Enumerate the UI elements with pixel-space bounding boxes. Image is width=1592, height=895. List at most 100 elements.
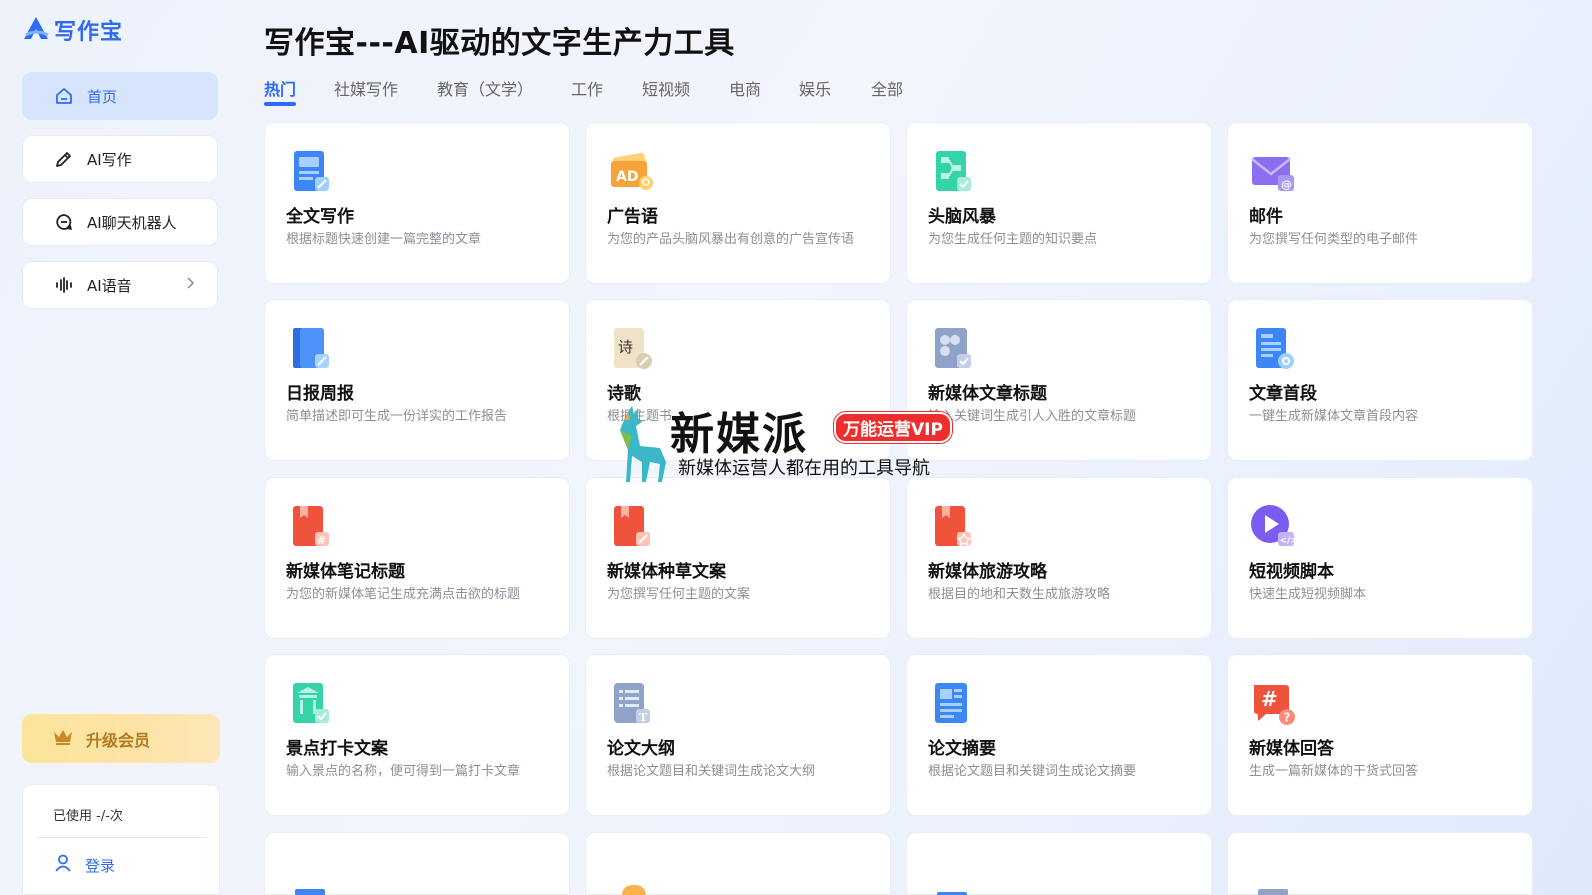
card-description: 为您生成任何主题的知识要点 (928, 232, 1098, 247)
tool-card-poem[interactable]: 诗 诗歌 根据主题书 (585, 299, 891, 461)
tab-ecommerce[interactable]: 电商 (729, 76, 761, 100)
pen-icon (53, 148, 75, 170)
tab-work[interactable]: 工作 (571, 76, 603, 100)
tool-card-partial[interactable] (906, 832, 1212, 895)
logo-icon (22, 15, 50, 45)
brand-name: 写作宝 (54, 20, 124, 45)
chat-bot-icon (53, 211, 75, 233)
user-icon (53, 853, 73, 877)
card-title: 短视频脚本 (1249, 562, 1334, 582)
sidebar-item-ai-voice[interactable]: AI语音 (22, 261, 218, 309)
card-description: 为您撰写任何类型的电子邮件 (1249, 232, 1419, 247)
abstract-doc-icon (927, 679, 975, 727)
card-description: 根据目的地和天数生成旅游攻略 (928, 587, 1111, 602)
card-description: 快速生成短视频脚本 (1249, 587, 1367, 602)
tool-card-ad-slogan[interactable]: AD 广告语 为您的产品头脑风暴出有创意的广告宣传语 (585, 122, 891, 284)
headline-icon (927, 324, 975, 372)
login-button[interactable]: 登录 (53, 853, 115, 877)
chevron-right-icon (185, 276, 195, 294)
card-description: 简单描述即可生成一份详实的工作报告 (286, 409, 508, 424)
document-icon (293, 861, 333, 895)
card-description: 生成一篇新媒体的干货式回答 (1249, 764, 1419, 779)
card-description: 输入景点的名称，便可得到一篇打卡文章 (286, 764, 521, 779)
tool-card-short-video-script[interactable]: </> 短视频脚本 快速生成短视频脚本 (1227, 477, 1533, 639)
card-description: 根据标题快速创建一篇完整的文章 (286, 232, 482, 247)
svg-text:#: # (1261, 687, 1278, 711)
card-description: 为您撰写任何主题的文案 (607, 587, 751, 602)
svg-text:@: @ (1281, 178, 1292, 191)
tab-entertainment[interactable]: 娱乐 (799, 76, 831, 100)
landmark-checkin-icon (285, 679, 333, 727)
tab-all[interactable]: 全部 (871, 76, 903, 100)
login-label: 登录 (85, 856, 116, 875)
tool-card-attraction-checkin[interactable]: 景点打卡文案 输入景点的名称，便可得到一篇打卡文章 (264, 654, 570, 816)
card-title: 景点打卡文案 (286, 739, 388, 759)
tool-card-note-title[interactable]: # 新媒体笔记标题 为您的新媒体笔记生成充满点击欲的标题 (264, 477, 570, 639)
card-description: 输入关键词生成引人入胜的文章标题 (928, 409, 1137, 424)
soundwave-icon (53, 274, 75, 296)
sidebar-item-label: AI写作 (87, 150, 132, 169)
tool-card-partial[interactable] (264, 832, 570, 895)
tool-card-article-opening[interactable]: 文章首段 一键生成新媒体文章首段内容 (1227, 299, 1533, 461)
card-title: 论文大纲 (607, 739, 675, 759)
sidebar-nav: 首页 AI写作 AI聊天机器人 AI语音 (22, 72, 218, 324)
document-edit-icon (285, 147, 333, 195)
sidebar-item-home[interactable]: 首页 (22, 72, 218, 120)
tool-card-daily-weekly-report[interactable]: 日报周报 简单描述即可生成一份详实的工作报告 (264, 299, 570, 461)
upgrade-membership-button[interactable]: 升级会员 (22, 714, 220, 763)
tab-short-video[interactable]: 短视频 (642, 76, 690, 100)
tool-card-product-recommendation[interactable]: 新媒体种草文案 为您撰写任何主题的文案 (585, 477, 891, 639)
sidebar-item-ai-writing[interactable]: AI写作 (22, 135, 218, 183)
svg-text:?: ? (1284, 711, 1291, 725)
video-play-icon: </> (1248, 502, 1298, 550)
card-title: 诗歌 (607, 384, 641, 404)
tool-card-thesis-abstract[interactable]: 论文摘要 根据论文题目和关键词生成论文摘要 (906, 654, 1212, 816)
divider (37, 837, 207, 838)
card-description: 根据主题书 (607, 409, 673, 424)
tab-education[interactable]: 教育（文学） (437, 76, 533, 100)
card-title: 新媒体旅游攻略 (928, 562, 1047, 582)
home-icon (53, 85, 75, 107)
tool-card-partial[interactable] (1227, 832, 1533, 895)
sidebar-item-ai-chatbot[interactable]: AI聊天机器人 (22, 198, 218, 246)
qa-hashtag-icon: #? (1248, 679, 1296, 727)
email-icon: @ (1248, 147, 1296, 195)
document-icon (935, 861, 975, 895)
upgrade-label: 升级会员 (86, 730, 151, 750)
card-title: 论文摘要 (928, 739, 996, 759)
tool-card-full-article[interactable]: 全文写作 根据标题快速创建一篇完整的文章 (264, 122, 570, 284)
tool-card-brainstorm[interactable]: 头脑风暴 为您生成任何主题的知识要点 (906, 122, 1212, 284)
document-icon (1256, 861, 1296, 895)
tab-social-writing[interactable]: 社媒写作 (334, 76, 398, 100)
tool-card-media-answer[interactable]: #? 新媒体回答 生成一篇新媒体的干货式回答 (1227, 654, 1533, 816)
ad-icon: AD (606, 147, 654, 195)
card-title: 日报周报 (286, 384, 354, 404)
card-title: 广告语 (607, 207, 658, 227)
card-description: 为您的新媒体笔记生成充满点击欲的标题 (286, 587, 521, 602)
tool-card-email[interactable]: @ 邮件 为您撰写任何类型的电子邮件 (1227, 122, 1533, 284)
card-title: 新媒体笔记标题 (286, 562, 405, 582)
card-description: 根据论文题目和关键词生成论文大纲 (607, 764, 816, 779)
card-title: 全文写作 (286, 207, 354, 227)
paragraph-settings-icon (1248, 324, 1296, 372)
svg-text:诗: 诗 (618, 338, 633, 356)
svg-text:#: # (317, 534, 326, 547)
hashtag-note-icon: # (285, 502, 333, 550)
card-title: 新媒体文章标题 (928, 384, 1047, 404)
card-title: 邮件 (1249, 207, 1283, 227)
tool-card-partial[interactable] (585, 832, 891, 895)
crown-icon (52, 728, 74, 750)
tool-card-travel-guide[interactable]: 新媒体旅游攻略 根据目的地和天数生成旅游攻略 (906, 477, 1212, 639)
tool-card-article-headline[interactable]: 新媒体文章标题 输入关键词生成引人入胜的文章标题 (906, 299, 1212, 461)
card-description: 为您的产品头脑风暴出有创意的广告宣传语 (607, 232, 855, 247)
card-title: 文章首段 (1249, 384, 1317, 404)
card-title: 新媒体种草文案 (607, 562, 726, 582)
sidebar-item-label: 首页 (87, 87, 118, 106)
tool-card-thesis-outline[interactable]: T 论文大纲 根据论文题目和关键词生成论文大纲 (585, 654, 891, 816)
tab-hot[interactable]: 热门 (264, 76, 297, 106)
outline-doc-icon: T (606, 679, 654, 727)
poem-scroll-icon: 诗 (606, 324, 654, 372)
note-edit-icon (606, 502, 654, 550)
travel-star-icon (927, 502, 975, 550)
app-logo[interactable]: 写作宝 (22, 14, 123, 46)
